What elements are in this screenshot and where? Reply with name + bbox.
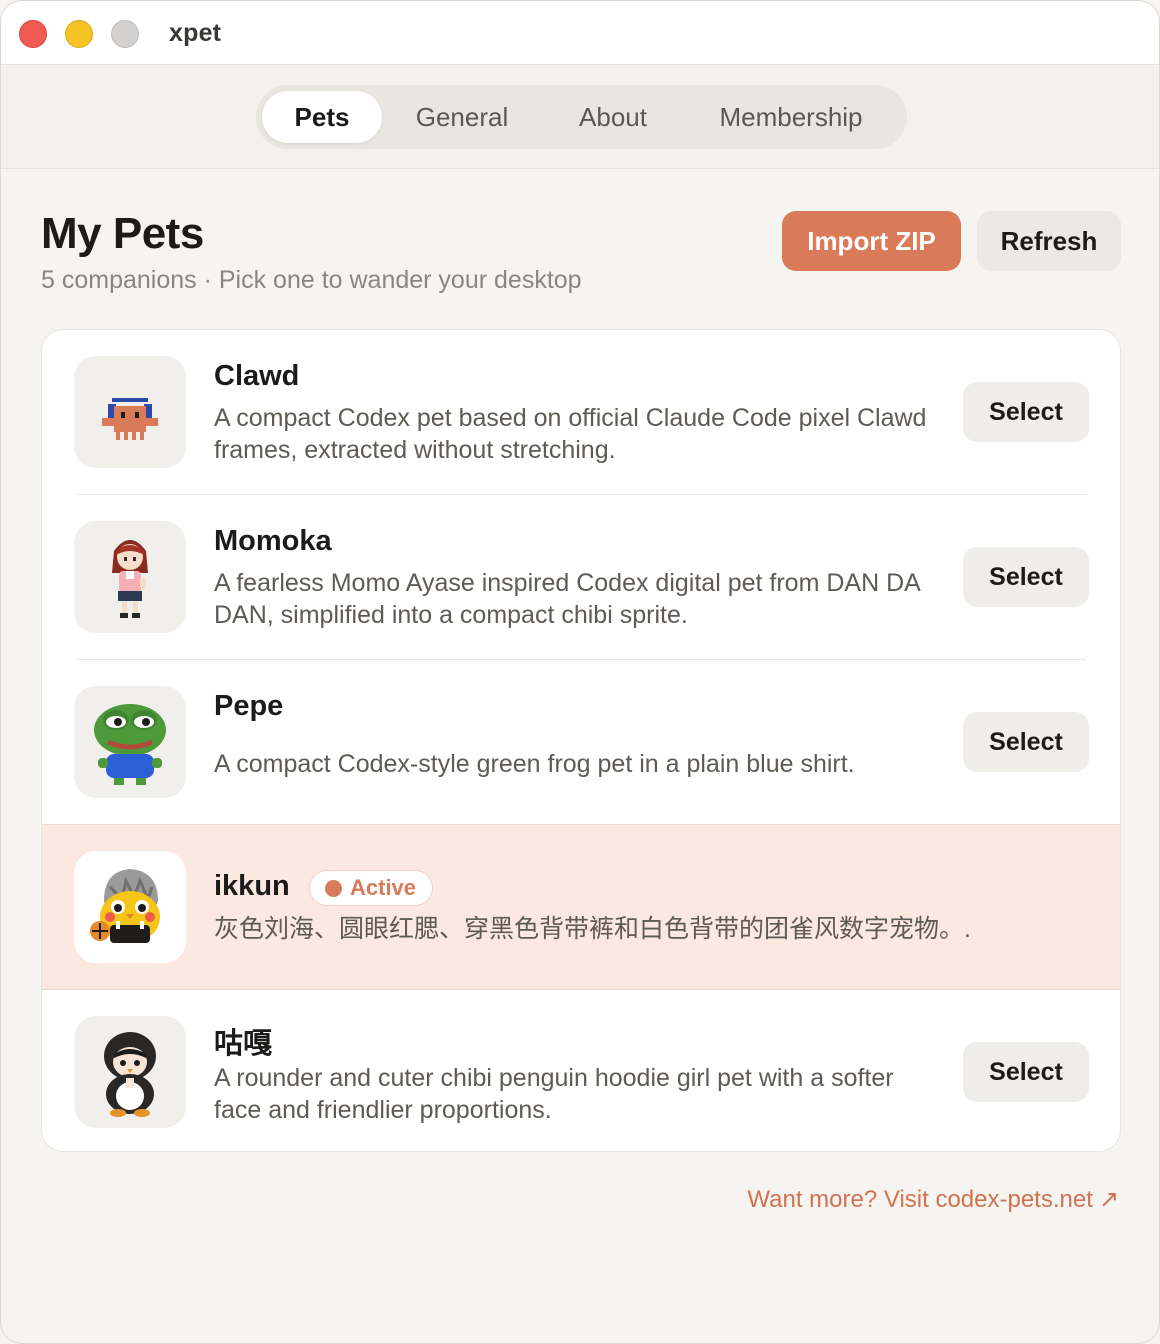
tab-membership[interactable]: Membership [696,91,886,143]
pet-list: Clawd A compact Codex pet based on offic… [41,329,1121,1152]
active-badge: Active [309,870,434,906]
pet-name: ikkun [214,870,290,902]
penguin-girl-icon [74,1016,186,1128]
select-button[interactable]: Select [963,1042,1089,1102]
select-button[interactable]: Select [963,547,1089,607]
momoka-chibi-icon [74,521,186,633]
pet-description: A fearless Momo Ayase inspired Codex dig… [214,569,920,629]
refresh-button[interactable]: Refresh [977,211,1121,271]
pet-name: Pepe [214,690,284,722]
import-zip-button[interactable]: Import ZIP [782,211,961,271]
select-button[interactable]: Select [963,382,1089,442]
pet-row-ikkun[interactable]: ikkun Active 灰色刘海、圆眼红腮、穿黑色背带裤和白色背带的团雀风数字… [42,824,1120,990]
active-badge-label: Active [350,875,417,900]
pet-name: 咕嘎 [214,1028,273,1060]
pet-row-clawd[interactable]: Clawd A compact Codex pet based on offic… [42,330,1120,494]
window-title: xpet [169,19,222,47]
app-window: xpet Pets General About Membership My Pe… [0,0,1160,1344]
clawd-pixel-icon [74,356,186,468]
titlebar: xpet [1,1,1159,65]
status-dot-icon [325,880,342,897]
select-button[interactable]: Select [963,712,1089,772]
ikkun-bird-icon [74,851,186,963]
tab-general[interactable]: General [396,91,528,143]
tab-bar: Pets General About Membership [1,65,1159,169]
pet-row-momoka[interactable]: Momoka A fearless Momo Ayase inspired Co… [42,495,1120,659]
segmented-control: Pets General About Membership [256,85,907,149]
pet-name: Clawd [214,360,300,392]
minimize-window-button[interactable] [65,20,93,48]
tab-about[interactable]: About [548,91,678,143]
visit-link-label: Want more? Visit codex-pets.net [747,1186,1093,1213]
pet-description: 灰色刘海、圆眼红腮、穿黑色背带裤和白色背带的团雀风数字宠物。. [214,915,971,943]
visit-codex-pets-link[interactable]: Want more? Visit codex-pets.net ↗ [747,1185,1119,1214]
maximize-window-button[interactable] [111,20,139,48]
pet-description: A compact Codex pet based on official Cl… [214,404,927,464]
pepe-frog-icon [74,686,186,798]
pet-name: Momoka [214,525,332,557]
external-link-arrow-icon: ↗ [1098,1186,1119,1213]
close-window-button[interactable] [19,20,47,48]
pet-description: A rounder and cuter chibi penguin hoodie… [214,1064,894,1124]
pet-description: A compact Codex-style green frog pet in … [214,750,855,778]
page-title: My Pets [41,209,204,258]
pet-row-pepe[interactable]: Pepe A compact Codex-style green frog pe… [42,660,1120,824]
tab-pets[interactable]: Pets [262,91,382,143]
page-subtitle: 5 companions · Pick one to wander your d… [41,266,582,294]
pet-row-guga[interactable]: 咕嘎 A rounder and cuter chibi penguin hoo… [42,990,1120,1151]
